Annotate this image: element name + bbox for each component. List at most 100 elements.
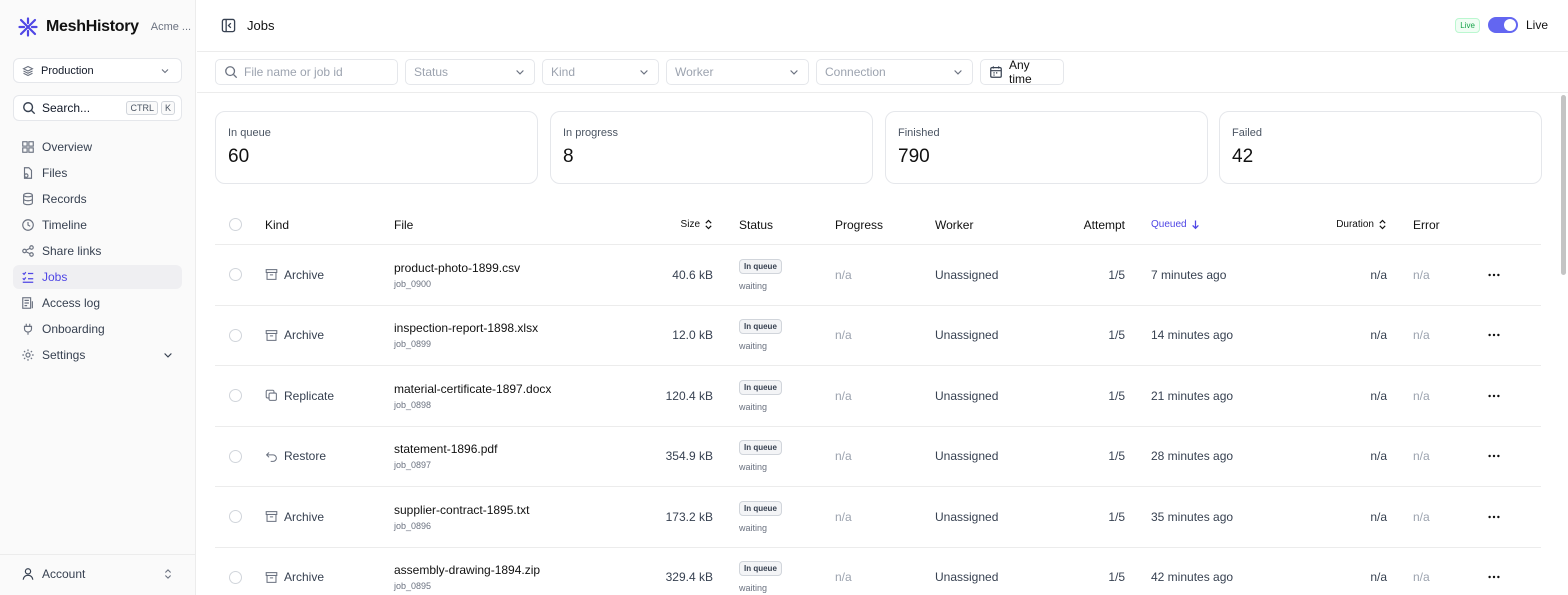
kind-cell: Restore [265, 427, 326, 487]
org-name: Acme ... [150, 21, 192, 33]
connection-filter-label: Connection [825, 65, 886, 79]
progress-cell: n/a [835, 509, 852, 524]
queued-cell: 35 minutes ago [1151, 509, 1234, 524]
row-menu-button[interactable] [1487, 427, 1501, 487]
share-icon [21, 244, 35, 258]
search-input[interactable]: File name or job id [215, 59, 398, 85]
file-cell[interactable]: product-photo-1899.csv job_0900 [394, 245, 520, 305]
attempt-cell: 1/5 [1108, 267, 1125, 282]
select-all-checkbox[interactable] [229, 205, 242, 244]
file-cell[interactable]: statement-1896.pdf job_0897 [394, 427, 497, 487]
stat-value: 60 [228, 146, 250, 167]
more-horizontal-icon [1487, 449, 1501, 463]
table-row[interactable]: Archive inspection-report-1898.xlsx job_… [215, 306, 1541, 366]
file-name[interactable]: assembly-drawing-1894.zip [394, 563, 540, 577]
row-menu-button[interactable] [1487, 487, 1501, 547]
kind-cell: Archive [265, 548, 324, 595]
job-id: job_0900 [394, 278, 432, 289]
time-filter[interactable]: Any time [980, 58, 1064, 86]
column-attempt: Attempt [1083, 217, 1125, 232]
file-name[interactable]: material-certificate-1897.docx [394, 382, 551, 396]
table-row[interactable]: Replicate material-certificate-1897.docx… [215, 366, 1541, 427]
search-label: Search... [42, 101, 91, 115]
chevron-down-icon [638, 66, 650, 78]
kind-filter-label: Kind [551, 65, 576, 79]
kind-cell: Replicate [265, 366, 334, 426]
sidebar-item-jobs[interactable]: Jobs [13, 265, 182, 289]
sidebar-item-label: Jobs [42, 270, 68, 284]
table-row[interactable]: Restore statement-1896.pdf job_0897 354.… [215, 427, 1541, 487]
row-checkbox[interactable] [229, 548, 242, 595]
table-row[interactable]: Archive product-photo-1899.csv job_0900 … [215, 245, 1541, 306]
kind-filter[interactable]: Kind [542, 59, 659, 85]
chevron-down-icon [788, 66, 800, 78]
row-checkbox[interactable] [229, 366, 242, 426]
stat-label: In queue [228, 127, 271, 139]
stat-card-finished: Finished 790 [885, 111, 1208, 184]
brand-name: MeshHistory [46, 18, 139, 35]
column-worker: Worker [935, 217, 974, 232]
page-header: Jobs Live Live [197, 0, 1568, 52]
row-checkbox[interactable] [229, 487, 242, 547]
connection-filter[interactable]: Connection [816, 59, 973, 85]
table-row[interactable]: Archive supplier-contract-1895.txt job_0… [215, 487, 1541, 548]
status-filter[interactable]: Status [405, 59, 535, 85]
file-cell[interactable]: inspection-report-1898.xlsx job_0899 [394, 306, 538, 366]
row-menu-button[interactable] [1487, 548, 1501, 595]
sidebar-item-label: Overview [42, 140, 93, 154]
sidebar-toggle-icon[interactable] [221, 18, 236, 33]
chevron-down-icon[interactable] [162, 349, 174, 361]
brand[interactable]: MeshHistory Acme ... [18, 16, 191, 38]
file-name[interactable]: inspection-report-1898.xlsx [394, 321, 538, 335]
copy-icon [265, 389, 278, 402]
more-horizontal-icon [1487, 510, 1501, 524]
file-name[interactable]: product-photo-1899.csv [394, 261, 520, 275]
live-toggle[interactable] [1487, 17, 1518, 33]
clock-icon [21, 218, 35, 232]
status-cell: In queue waiting [739, 487, 782, 547]
row-menu-button[interactable] [1487, 245, 1501, 305]
column-duration[interactable]: Duration [1315, 205, 1387, 244]
status-cell: In queue waiting [739, 427, 782, 487]
row-menu-button[interactable] [1487, 366, 1501, 426]
file-name[interactable]: supplier-contract-1895.txt [394, 503, 529, 517]
worker-cell: Unassigned [935, 388, 999, 403]
scrollbar[interactable] [1561, 95, 1566, 275]
chevron-down-icon [514, 66, 526, 78]
sidebar: MeshHistory Acme ... Production Search..… [0, 0, 196, 595]
search-button[interactable]: Search... CTRL K [13, 95, 182, 121]
sidebar-item-access-log[interactable]: Access log [13, 291, 182, 315]
sidebar-item-records[interactable]: Records [13, 187, 182, 211]
stat-label: Finished [898, 127, 940, 139]
file-cell[interactable]: assembly-drawing-1894.zip job_0895 [394, 548, 540, 595]
stat-value: 8 [563, 146, 574, 167]
sidebar-item-timeline[interactable]: Timeline [13, 213, 182, 237]
file-cell[interactable]: material-certificate-1897.docx job_0898 [394, 366, 551, 426]
worker-filter[interactable]: Worker [666, 59, 809, 85]
row-menu-button[interactable] [1487, 306, 1501, 366]
account-label: Account [42, 567, 86, 581]
table-row[interactable]: Archive assembly-drawing-1894.zip job_08… [215, 548, 1541, 595]
chevron-down-icon [952, 66, 964, 78]
column-size[interactable]: Size [655, 205, 713, 244]
worker-filter-label: Worker [675, 65, 714, 79]
progress-cell: n/a [835, 388, 852, 403]
sidebar-item-onboarding[interactable]: Onboarding [13, 317, 182, 341]
row-checkbox[interactable] [229, 427, 242, 487]
mesh-logo-icon [18, 17, 38, 37]
row-checkbox[interactable] [229, 245, 242, 305]
file-name[interactable]: statement-1896.pdf [394, 442, 497, 456]
account-menu[interactable]: Account [13, 562, 182, 586]
sidebar-item-files[interactable]: Files [13, 161, 182, 185]
plug-icon [21, 322, 35, 336]
sidebar-item-share-links[interactable]: Share links [13, 239, 182, 263]
database-icon [21, 192, 35, 206]
file-cell[interactable]: supplier-contract-1895.txt job_0896 [394, 487, 529, 547]
sidebar-item-overview[interactable]: Overview [13, 135, 182, 159]
column-queued[interactable]: Queued [1151, 205, 1200, 244]
sidebar-item-settings[interactable]: Settings [13, 343, 182, 367]
stat-card-failed: Failed 42 [1219, 111, 1542, 184]
environment-select[interactable]: Production [13, 58, 182, 83]
duration-cell: n/a [1370, 570, 1387, 585]
row-checkbox[interactable] [229, 306, 242, 366]
